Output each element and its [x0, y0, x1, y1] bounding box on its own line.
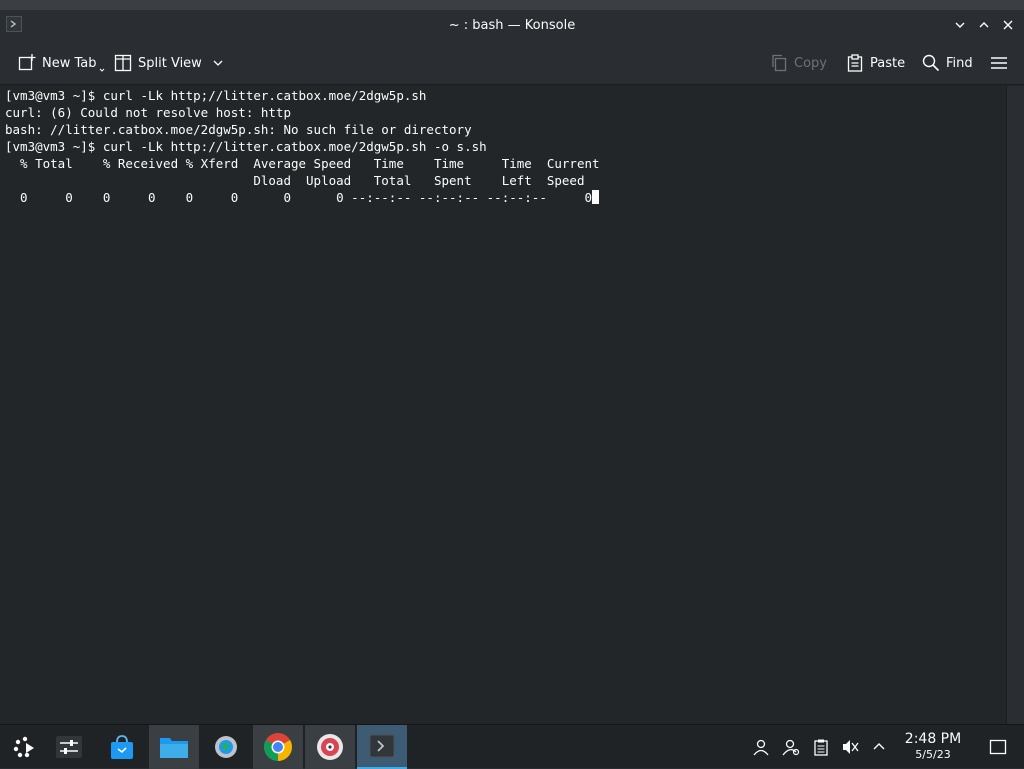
new-tab-icon — [18, 54, 36, 71]
taskbar-steam-settings[interactable] — [201, 725, 251, 769]
terminal-line-current: 0 0 0 0 0 0 0 0 --:--:-- --:--:-- --:--:… — [5, 189, 1006, 206]
hamburger-menu-button[interactable] — [990, 50, 1008, 76]
taskbar-dolphin-files[interactable] — [149, 725, 199, 769]
toolbar: New Tab Split View Copy Paste Find — [0, 40, 1024, 85]
volume-muted-icon[interactable] — [839, 735, 861, 759]
chevron-down-icon — [213, 60, 223, 66]
terminal-output[interactable]: [vm3@vm3 ~]$ curl -Lk http;//litter.catb… — [0, 86, 1006, 724]
taskbar: 2:48 PM 5/5/23 — [0, 724, 1024, 769]
clock-time: 2:48 PM — [904, 731, 962, 747]
close-icon[interactable] — [998, 15, 1018, 35]
hamburger-menu-icon — [991, 57, 1007, 69]
terminal-line: [vm3@vm3 ~]$ curl -Lk http;//litter.catb… — [5, 88, 427, 103]
desktop-background — [0, 0, 1024, 10]
terminal-line: % Total % Received % Xferd Average Speed… — [5, 156, 600, 171]
clock-date: 5/5/23 — [915, 748, 951, 761]
terminal-line: curl: (6) Could not resolve host: http — [5, 105, 291, 120]
app-launcher-icon — [13, 736, 34, 758]
disc-icon — [317, 734, 343, 760]
digital-clock[interactable]: 2:48 PM 5/5/23 — [900, 732, 966, 762]
taskbar-system-settings-panel[interactable] — [44, 725, 94, 769]
terminal-scrollbar[interactable] — [1006, 86, 1024, 724]
title-bar[interactable]: ~ : bash — Konsole — [0, 10, 1024, 40]
app-launcher-button[interactable] — [0, 725, 50, 769]
text-cursor — [592, 190, 599, 204]
terminal-line: bash: //litter.catbox.moe/2dgw5p.sh: No … — [5, 122, 472, 137]
maximize-icon[interactable] — [974, 15, 994, 35]
search-icon — [922, 54, 940, 72]
copy-label: Copy — [794, 55, 827, 71]
terminal-progress-text: 0 0 0 0 0 0 0 0 --:--:-- --:--:-- --:--:… — [5, 190, 592, 205]
terminal-line: [vm3@vm3 ~]$ curl -Lk http://litter.catb… — [5, 139, 487, 154]
window-title: ~ : bash — Konsole — [448, 17, 576, 33]
copy-button[interactable]: Copy — [770, 50, 827, 76]
new-tab-label: New Tab — [42, 55, 97, 71]
user-icon[interactable] — [750, 735, 772, 759]
taskbar-google-chrome[interactable] — [253, 725, 303, 769]
clipboard-icon[interactable] — [810, 735, 832, 759]
chrome-icon — [264, 733, 292, 761]
split-view-icon — [114, 54, 132, 72]
split-view-button[interactable]: Split View — [114, 50, 224, 76]
paste-button[interactable]: Paste — [846, 50, 905, 76]
konsole-app-icon[interactable] — [6, 16, 22, 32]
store-bag-icon — [111, 735, 133, 759]
taskbar-konsole[interactable] — [357, 725, 407, 769]
user-switch-icon[interactable] — [780, 735, 802, 759]
paste-label: Paste — [870, 55, 906, 71]
minimize-icon[interactable] — [950, 15, 970, 35]
folder-icon — [160, 738, 188, 758]
konsole-window: ~ : bash — Konsole New Tab Split View Co… — [0, 10, 1024, 724]
find-label: Find — [946, 55, 973, 71]
taskbar-discover-store[interactable] — [97, 725, 147, 769]
terminal-icon — [369, 734, 395, 758]
new-tab-button[interactable]: New Tab — [18, 50, 105, 76]
dropdown-indicator-icon — [99, 68, 104, 72]
taskbar-media-disc[interactable] — [305, 725, 355, 769]
copy-icon — [772, 54, 787, 72]
split-view-label: Split View — [138, 55, 202, 71]
tray-expand-chevron-up-icon[interactable] — [868, 735, 890, 759]
sliders-icon — [56, 736, 82, 758]
globe-gear-icon — [215, 736, 237, 758]
terminal-line: Dload Upload Total Spent Left Speed — [5, 173, 585, 188]
paste-icon — [847, 54, 863, 72]
show-desktop-icon[interactable] — [987, 735, 1009, 759]
find-button[interactable]: Find — [922, 50, 973, 76]
